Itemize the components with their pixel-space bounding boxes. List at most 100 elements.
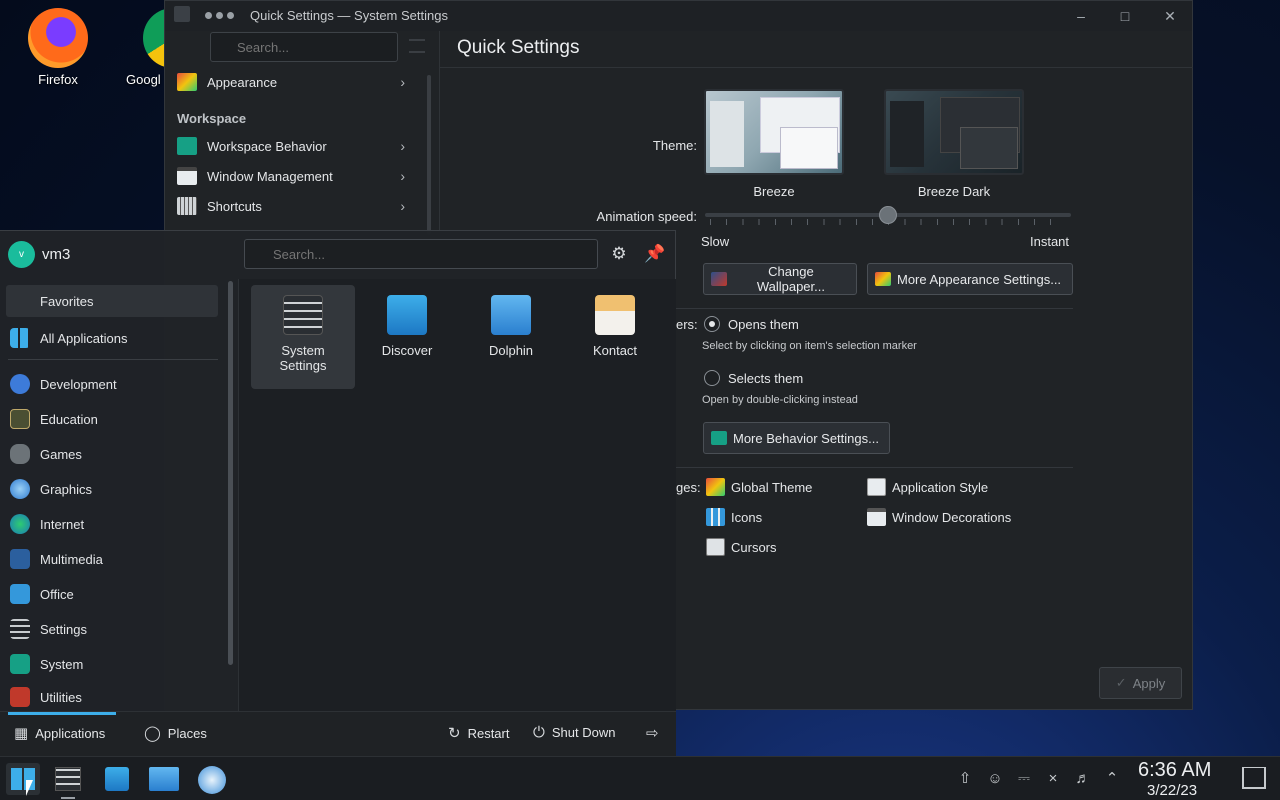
settings-search-input[interactable] [210,32,398,62]
system-icon [10,654,30,674]
app-tile-kontact[interactable]: Kontact [563,285,667,389]
sidebar-item-appearance[interactable]: Appearance › [173,68,413,96]
animation-speed-label: Animation speed: [596,209,697,224]
close-button[interactable]: ✕ [1159,6,1181,26]
compass-icon: ◯ [144,725,161,742]
workspace-behavior-icon [177,137,197,155]
pin-icon[interactable]: 📌 [644,243,666,265]
category-favorites[interactable]: Favorites [6,285,218,317]
opens-them-hint: Select by clicking on item's selection m… [702,340,917,352]
slider-handle[interactable] [879,206,897,224]
apply-button[interactable]: ✓ Apply [1099,667,1182,699]
category-internet[interactable]: Internet [6,508,218,540]
app-menu-icon[interactable] [174,6,190,22]
more-appearance-settings-button[interactable]: More Appearance Settings... [867,263,1073,295]
start-menu-button[interactable] [6,763,40,795]
clicking-files-label: ers: [676,317,698,332]
launcher-search-input[interactable] [244,239,598,269]
category-games[interactable]: Games [6,438,218,470]
taskbar-app-discover[interactable] [100,763,134,795]
workspace-behavior-icon [711,431,727,445]
development-icon [10,374,30,394]
category-multimedia[interactable]: Multimedia [6,543,218,575]
system-settings-icon [283,295,323,335]
category-development[interactable]: Development [6,368,218,400]
sidebar-item-workspace-behavior[interactable]: Workspace Behavior › [173,132,413,160]
show-desktop-button[interactable] [1242,767,1266,789]
more-behavior-settings-button[interactable]: More Behavior Settings... [703,422,890,454]
taskbar-app-dolphin[interactable] [147,763,181,795]
category-settings[interactable]: Settings [6,613,218,645]
clock-time[interactable]: 6:36 AM [1138,759,1211,782]
taskbar-app-system-settings[interactable] [51,763,85,799]
volume-icon[interactable]: ♬ [1073,769,1093,789]
shutdown-button[interactable]: ⏻ Shut Down [533,724,615,741]
desktop-icon-label: Googl [126,72,161,87]
taskbar-app-network[interactable] [195,763,229,795]
discover-bag-icon [105,767,129,791]
category-all-applications[interactable]: All Applications [6,322,218,354]
theme-preview-breeze[interactable] [704,89,844,175]
checkmark-icon: ✓ [1115,675,1127,690]
sidebar-section-workspace: Workspace [177,111,247,126]
selects-them-label[interactable]: Selects them [728,371,803,386]
favorites-icon [10,291,30,311]
change-wallpaper-button[interactable]: Change Wallpaper... [703,263,857,295]
category-scrollbar[interactable] [228,281,233,665]
tab-places[interactable]: ◯ Places [144,724,207,742]
app-tile-dolphin[interactable]: Dolphin [459,285,563,389]
sidebar-item-window-management[interactable]: Window Management › [173,162,413,190]
user-name: vm3 [42,246,71,263]
appearance-icon [177,73,197,91]
clock-date[interactable]: 3/22/23 [1147,782,1197,799]
logout-icon: ⇨ [646,725,659,742]
education-icon [10,409,30,429]
opens-them-radio[interactable] [704,316,720,332]
desktop-icon-firefox[interactable]: Firefox [13,8,103,87]
category-graphics[interactable]: Graphics [6,473,218,505]
category-system[interactable]: System [6,648,218,680]
configure-gear-icon[interactable]: ⚙ [608,243,630,265]
sidebar-scrollbar[interactable] [427,75,431,235]
category-utilities[interactable]: Utilities [6,683,218,711]
update-arrow-icon[interactable]: ⇧ [955,769,975,789]
desktop-icon-chrome[interactable]: Googl [110,8,170,87]
hamburger-menu-icon[interactable] [409,39,425,53]
link-cursors[interactable]: Cursors [706,538,777,556]
opens-them-label[interactable]: Opens them [728,317,799,332]
link-icons[interactable]: Icons [706,508,762,526]
divider [676,308,1073,309]
avatar[interactable]: v [8,241,35,268]
divider [238,279,239,711]
kontact-envelope-icon [595,295,635,335]
window-titlebar[interactable]: Quick Settings — System Settings – □ ✕ [165,1,1192,31]
audio-muted-icon[interactable]: × [1043,769,1063,789]
chevron-right-icon: › [400,138,405,154]
app-tile-system-settings[interactable]: System Settings [251,285,355,389]
cursors-icon [706,538,725,556]
minimize-button[interactable]: – [1070,6,1092,26]
theme-preview-breeze-dark[interactable] [884,89,1024,175]
app-tile-discover[interactable]: Discover [355,285,459,389]
overflow-menu-icon[interactable] [205,12,234,19]
restart-button[interactable]: ↻ Restart [448,724,509,742]
divider [440,67,1193,68]
logout-button[interactable]: ⇨ [646,724,659,742]
category-office[interactable]: Office [6,578,218,610]
restart-icon: ↻ [448,725,461,742]
sidebar-item-shortcuts[interactable]: Shortcuts › [173,192,413,220]
link-window-decorations[interactable]: Window Decorations [867,508,1011,526]
maximize-button[interactable]: □ [1114,6,1136,26]
clipboard-icon[interactable]: ⎓ [1014,769,1034,789]
link-application-style[interactable]: Application Style [867,478,988,496]
office-icon [10,584,30,604]
folder-icon [149,767,179,791]
launcher-header: v vm3 ⚙ 📌 [0,231,676,279]
launcher-footer: ▦ Applications ◯ Places ↻ Restart ⏻ Shut… [0,711,676,757]
user-switch-icon[interactable]: ☺ [985,769,1005,789]
tab-applications[interactable]: ▦ Applications [14,724,105,742]
selects-them-radio[interactable] [704,370,720,386]
category-education[interactable]: Education [6,403,218,435]
chevron-up-icon[interactable]: ⌃ [1102,769,1122,789]
link-global-theme[interactable]: Global Theme [706,478,812,496]
